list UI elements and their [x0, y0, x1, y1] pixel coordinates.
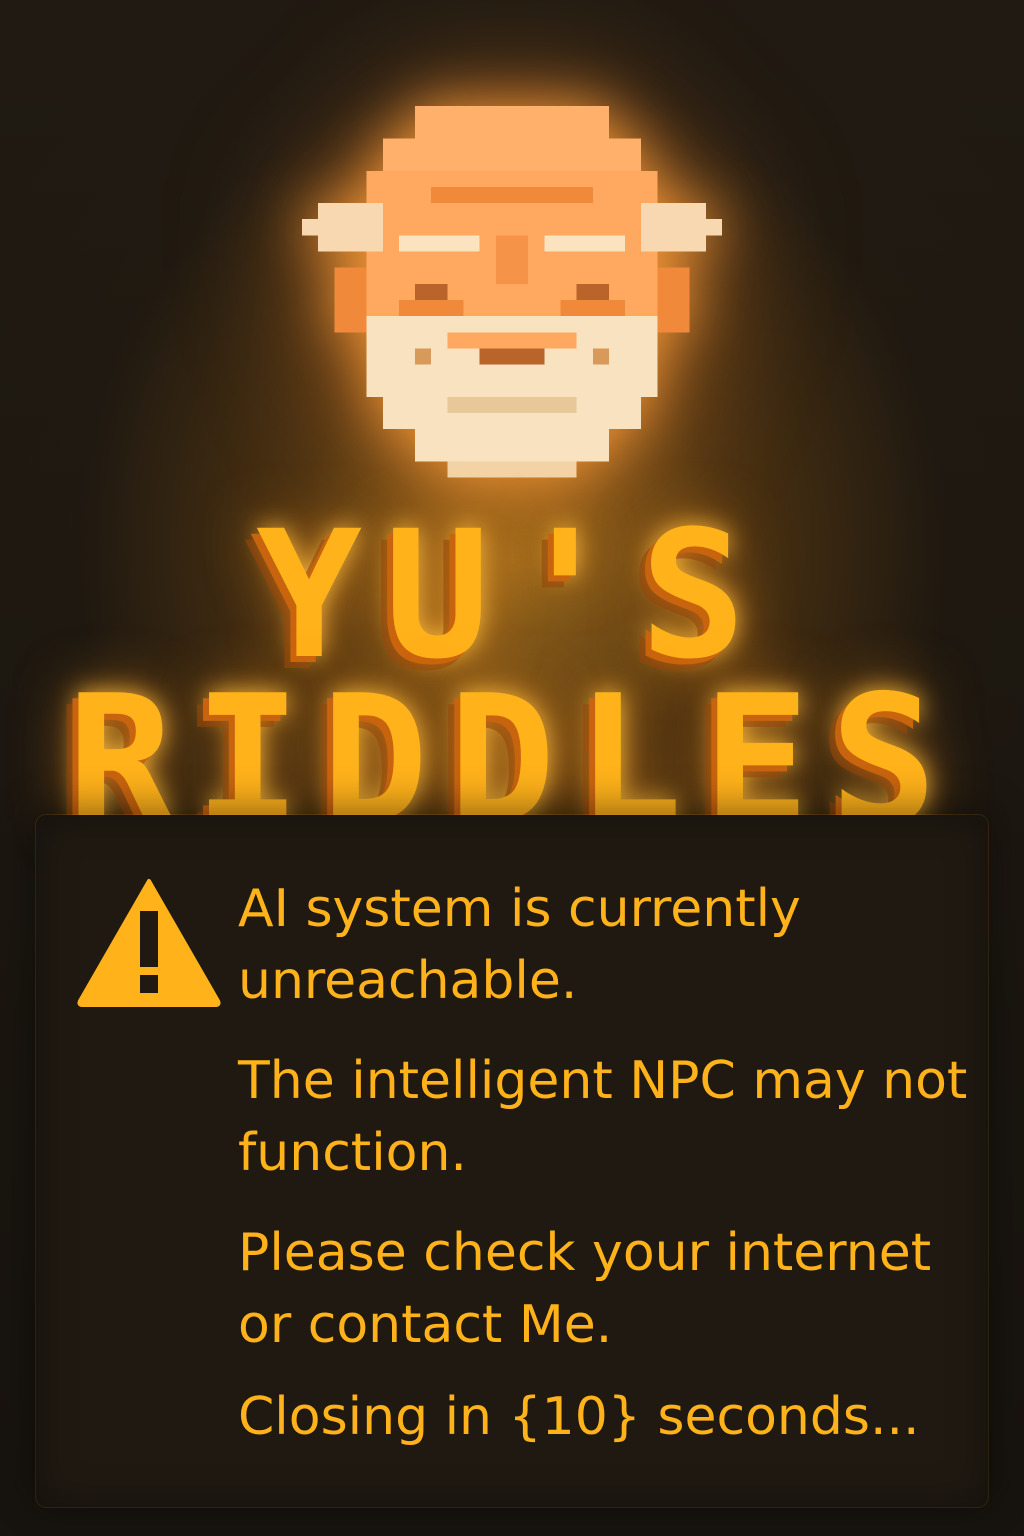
closing-countdown: Closing in {10} seconds...	[238, 1387, 920, 1447]
connection-error-dialog: AI system is currently unreachable. The …	[36, 815, 988, 1507]
error-message-check-internet: Please check your internet or contact Me…	[238, 1223, 932, 1355]
old-sage-portrait	[300, 90, 724, 510]
error-message-unreachable: AI system is currently unreachable.	[238, 879, 801, 1011]
error-message-npc: The intelligent NPC may not function.	[238, 1051, 968, 1183]
error-screen: YU'S RIDDLES AI system is currently unre…	[0, 0, 1024, 1536]
warning-triangle-icon	[74, 875, 224, 1009]
